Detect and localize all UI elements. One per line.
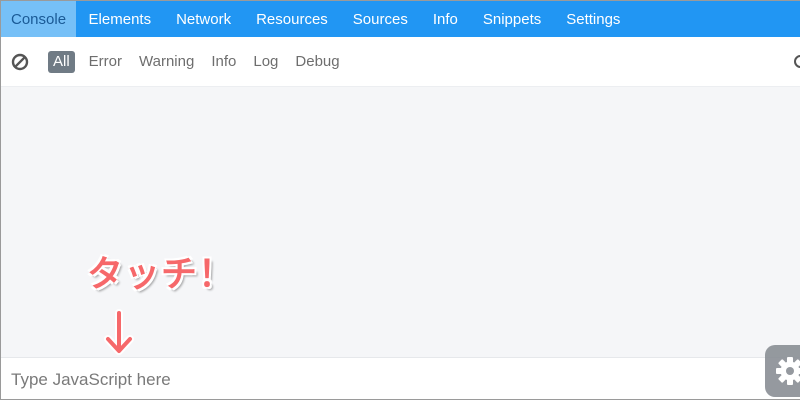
tab-elements[interactable]: Elements [76, 1, 164, 37]
settings-button[interactable] [765, 345, 800, 397]
down-arrow-icon [104, 309, 134, 355]
clear-console-icon [11, 53, 29, 70]
tab-network[interactable]: Network [164, 1, 244, 37]
tab-console[interactable]: Console [1, 1, 77, 37]
tab-info[interactable]: Info [420, 1, 470, 37]
tab-settings[interactable]: Settings [554, 1, 633, 37]
toolbar-overflow-icon[interactable] [794, 55, 800, 68]
gear-icon [776, 357, 800, 385]
filter-error[interactable]: Error [89, 51, 122, 73]
clear-console-button[interactable] [10, 52, 30, 72]
filter-debug[interactable]: Debug [295, 51, 339, 73]
console-input-row [1, 357, 800, 399]
javascript-input[interactable] [11, 366, 751, 394]
filter-warning[interactable]: Warning [139, 51, 194, 73]
tab-sources[interactable]: Sources [340, 1, 420, 37]
filter-info[interactable]: Info [211, 51, 236, 73]
tab-bar: Console Elements Network Resources Sourc… [1, 1, 800, 37]
filter-bar: All Error Warning Info Log Debug [1, 37, 800, 87]
touch-annotation: タッチ！ [87, 254, 236, 295]
filter-log[interactable]: Log [253, 51, 278, 73]
filter-all[interactable]: All [48, 50, 75, 73]
tab-resources[interactable]: Resources [244, 1, 341, 37]
tab-snippets[interactable]: Snippets [470, 1, 553, 37]
devtools-console-window: Console Elements Network Resources Sourc… [0, 0, 800, 400]
